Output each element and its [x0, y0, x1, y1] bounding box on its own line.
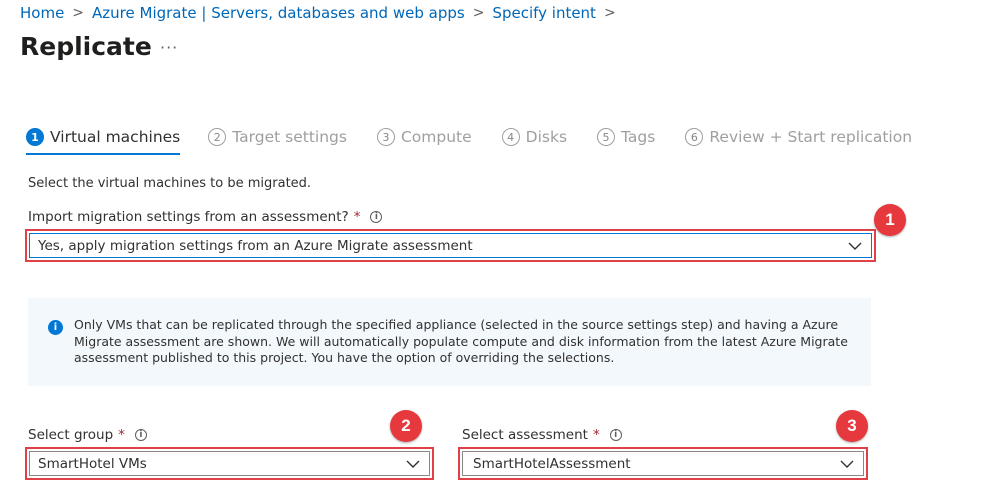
page-title: Replicate: [20, 32, 152, 61]
info-message-box: i Only VMs that can be replicated throug…: [28, 298, 871, 386]
tab-label: Disks: [525, 128, 568, 146]
breadcrumb: Home > Azure Migrate | Servers, database…: [20, 4, 624, 22]
select-assessment-dropdown[interactable]: SmartHotelAssessment: [462, 451, 864, 476]
tab-disks[interactable]: 4 Disks: [501, 128, 568, 155]
step-number-badge: 4: [501, 128, 520, 146]
intro-text: Select the virtual machines to be migrat…: [28, 176, 312, 191]
tab-label: Target settings: [232, 128, 347, 146]
tab-label: Review + Start replication: [709, 128, 913, 146]
breadcrumb-azure-migrate[interactable]: Azure Migrate | Servers, databases and w…: [92, 4, 465, 22]
dropdown-value: SmartHotel VMs: [38, 455, 147, 472]
more-options-icon[interactable]: ···: [160, 38, 178, 57]
field-label-text: Import migration settings from an assess…: [28, 209, 349, 225]
chevron-down-icon: [848, 242, 862, 250]
select-group-label: Select group * i: [28, 427, 147, 443]
breadcrumb-separator-icon: >: [472, 5, 485, 21]
select-assessment-label: Select assessment * i: [462, 427, 622, 443]
info-message-text: Only VMs that can be replicated through …: [74, 317, 848, 365]
import-settings-label: Import migration settings from an assess…: [28, 209, 383, 225]
field-label-text: Select assessment: [462, 427, 588, 443]
step-number-badge: 3: [376, 128, 395, 146]
tab-label: Compute: [400, 128, 472, 146]
wizard-tabs: 1 Virtual machines 2 Target settings 3 C…: [26, 128, 942, 155]
tab-tags[interactable]: 5 Tags: [597, 128, 655, 155]
required-marker: *: [118, 427, 125, 443]
required-marker: *: [592, 427, 600, 443]
callout-badge-3: 3: [836, 410, 868, 442]
callout-badge-2: 2: [390, 410, 422, 442]
callout-badge-1: 1: [874, 204, 906, 236]
tab-review-start-replication[interactable]: 6 Review + Start replication: [685, 128, 912, 155]
breadcrumb-home[interactable]: Home: [20, 4, 64, 22]
tab-target-settings[interactable]: 2 Target settings: [208, 128, 347, 155]
select-group-dropdown[interactable]: SmartHotel VMs: [29, 451, 430, 476]
breadcrumb-specify-intent[interactable]: Specify intent: [492, 4, 596, 22]
breadcrumb-separator-icon: >: [603, 5, 616, 21]
dropdown-value: SmartHotelAssessment: [473, 455, 631, 472]
dropdown-value: Yes, apply migration settings from an Az…: [38, 237, 473, 254]
step-number-badge: 1: [26, 128, 44, 146]
tab-label: Tags: [621, 128, 656, 146]
info-icon: i: [48, 320, 63, 335]
step-number-badge: 6: [685, 128, 704, 146]
tab-compute[interactable]: 3 Compute: [376, 128, 472, 155]
chevron-down-icon: [406, 460, 420, 468]
info-icon[interactable]: i: [370, 211, 383, 223]
field-label-text: Select group: [28, 427, 114, 443]
info-icon[interactable]: i: [134, 429, 147, 441]
tab-label: Virtual machines: [50, 128, 181, 146]
step-number-badge: 5: [597, 128, 616, 146]
breadcrumb-separator-icon: >: [72, 5, 85, 21]
import-settings-dropdown[interactable]: Yes, apply migration settings from an Az…: [29, 233, 872, 258]
tab-virtual-machines[interactable]: 1 Virtual machines: [26, 128, 181, 155]
chevron-down-icon: [840, 460, 854, 468]
step-number-badge: 2: [208, 128, 227, 146]
required-marker: *: [353, 209, 361, 225]
info-icon[interactable]: i: [609, 429, 622, 441]
